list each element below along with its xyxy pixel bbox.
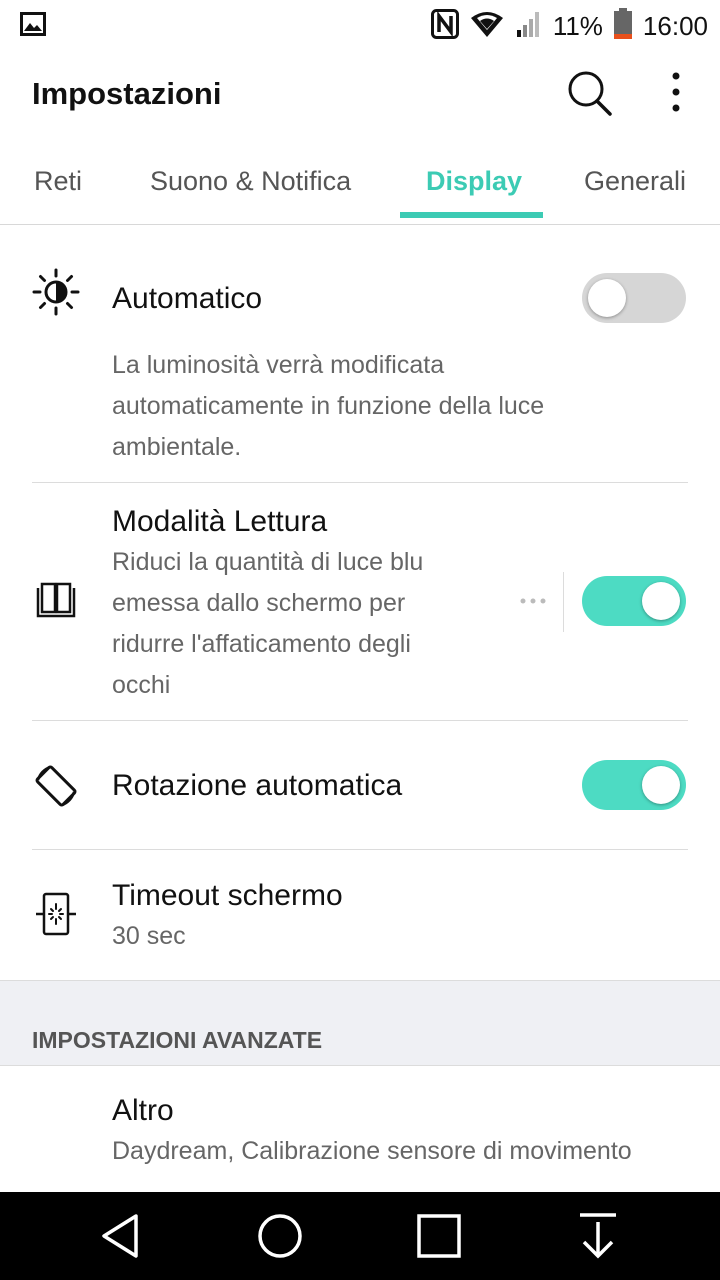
divider: [32, 482, 688, 483]
search-button[interactable]: [564, 68, 616, 120]
page-title: Impostazioni: [32, 76, 222, 111]
nfc-icon: [430, 9, 459, 44]
wifi-icon: [469, 10, 505, 43]
screen-timeout-icon: [36, 892, 76, 936]
image-notification-icon: [20, 12, 46, 41]
auto-brightness-description: La luminosità verrà modificata automatic…: [112, 351, 545, 461]
clock: 16:00: [642, 11, 708, 41]
other-subtitle: Daydream, Calibrazione sensore di movime…: [112, 1137, 632, 1165]
toggle-knob: [588, 279, 626, 317]
app-bar: Impostazioni: [0, 50, 720, 138]
battery-percent: 11%: [552, 11, 603, 41]
reading-mode-settings-dots-icon[interactable]: [520, 596, 546, 606]
reading-mode-title: Modalità Lettura: [112, 505, 328, 538]
other-title: Altro: [112, 1094, 174, 1127]
toggle-knob: [642, 582, 680, 620]
book-icon: [36, 582, 76, 618]
more-vert-icon: [672, 72, 680, 112]
home-button[interactable]: [254, 1210, 306, 1262]
more-options-button[interactable]: [656, 68, 696, 120]
brightness-icon: [32, 268, 80, 316]
active-tab-indicator: [400, 212, 543, 218]
divider: [32, 720, 688, 721]
reading-mode-description: Riduci la quantità di luce blu emessa da…: [112, 548, 424, 699]
status-bar: 11% 16:00: [0, 0, 720, 50]
notification-pull-button[interactable]: [572, 1210, 624, 1262]
tab-display[interactable]: Display: [426, 166, 522, 197]
auto-rotate-title: Rotazione automatica: [112, 769, 403, 802]
reading-mode-toggle[interactable]: [582, 576, 686, 626]
screen-timeout-value: 30 sec: [112, 922, 186, 950]
navigation-bar: [0, 1192, 720, 1280]
tab-bar: Reti Suono & Notifica Display Generali: [0, 138, 720, 225]
tab-generali[interactable]: Generali: [584, 166, 686, 197]
screen-rotation-icon: [35, 765, 77, 807]
toggle-knob: [642, 766, 680, 804]
auto-rotate-toggle[interactable]: [582, 760, 686, 810]
back-icon: [102, 1214, 138, 1258]
back-button[interactable]: [96, 1210, 148, 1262]
signal-icon: [515, 10, 543, 43]
vertical-separator: [563, 572, 564, 632]
screen-timeout-title: Timeout schermo: [112, 879, 343, 912]
auto-brightness-title: Automatico: [112, 282, 263, 315]
advanced-settings-header: IMPOSTAZIONI AVANZATE: [0, 980, 720, 1066]
tab-suono-notifica[interactable]: Suono & Notifica: [150, 166, 351, 197]
section-title: IMPOSTAZIONI AVANZATE: [32, 1027, 323, 1053]
recents-icon: [417, 1214, 461, 1258]
search-icon: [568, 71, 612, 116]
recents-button[interactable]: [413, 1210, 465, 1262]
battery-icon: [613, 8, 633, 45]
auto-brightness-toggle[interactable]: [582, 273, 686, 323]
tab-reti[interactable]: Reti: [34, 166, 82, 197]
divider: [32, 849, 688, 850]
home-icon: [258, 1214, 302, 1258]
notification-pull-icon: [580, 1213, 616, 1259]
